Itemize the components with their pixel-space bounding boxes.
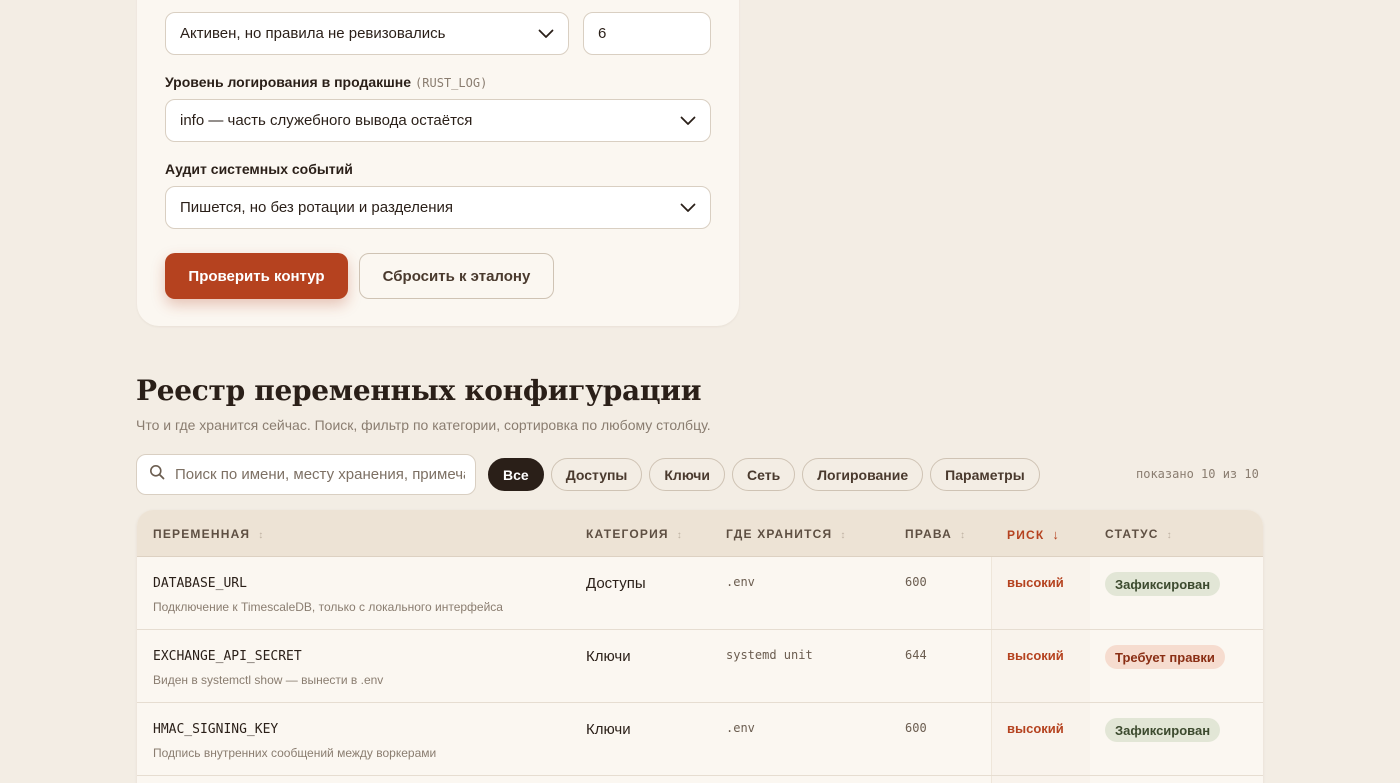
log-level-label: Уровень логирования в продакшне (RUST_LOG… — [165, 74, 487, 90]
log-level-select[interactable]: info — часть служебного вывода остаётся — [165, 99, 711, 142]
header-risk-label: РИСК — [1007, 528, 1045, 542]
header-category[interactable]: КАТЕГОРИЯ ↕ — [586, 527, 682, 541]
sort-icon: ↕ — [258, 530, 264, 541]
header-variable[interactable]: ПЕРЕМЕННАЯ ↕ — [153, 527, 263, 541]
shown-count: показано 10 из 10 — [1136, 467, 1259, 481]
filter-all[interactable]: Все — [488, 458, 544, 491]
reset-to-baseline-button[interactable]: Сбросить к эталону — [359, 253, 554, 299]
chevron-down-icon — [680, 113, 696, 129]
arrow-down-icon: ↓ — [1052, 527, 1059, 542]
rules-status-select[interactable]: Активен, но правила не ревизовались — [165, 12, 569, 55]
sort-icon: ↕ — [676, 530, 682, 541]
audit-label: Аудит системных событий — [165, 161, 353, 177]
header-status-label: СТАТУС — [1105, 527, 1159, 541]
filter-logging[interactable]: Логирование — [802, 458, 924, 491]
status-badge: Требует правки — [1105, 645, 1225, 669]
row-variable-name: HMAC_SIGNING_KEY — [153, 722, 279, 737]
check-contour-button[interactable]: Проверить контур — [165, 253, 348, 299]
sort-icon: ↕ — [1166, 530, 1172, 541]
row-variable-note: Подпись внутренних сообщений между ворке… — [153, 746, 437, 760]
header-variable-label: ПЕРЕМЕННАЯ — [153, 527, 251, 541]
filter-params[interactable]: Параметры — [930, 458, 1040, 491]
filter-access[interactable]: Доступы — [550, 458, 643, 491]
row-category: Ключи — [586, 648, 631, 665]
status-badge: Зафиксирован — [1105, 718, 1221, 742]
row-perms: 600 — [905, 721, 927, 735]
row-perms: 600 — [905, 575, 927, 589]
numeric-input-value: 6 — [598, 25, 607, 42]
row-perms: 644 — [905, 648, 927, 662]
row-risk: высокий — [1007, 721, 1064, 736]
log-level-label-text: Уровень логирования в продакшне — [165, 74, 412, 90]
audit-select[interactable]: Пишется, но без ротации и разделения — [165, 186, 711, 229]
row-variable-name: EXCHANGE_API_SECRET — [153, 649, 302, 664]
header-risk[interactable]: РИСК ↓ — [1007, 527, 1059, 542]
filter-keys[interactable]: Ключи — [649, 458, 725, 491]
chevron-down-icon — [680, 200, 696, 216]
row-where: .env — [726, 575, 755, 589]
registry-subtitle: Что и где хранится сейчас. Поиск, фильтр… — [136, 417, 711, 433]
log-level-value: info — часть служебного вывода остаётся — [180, 112, 473, 129]
config-table: ПЕРЕМЕННАЯ ↕ КАТЕГОРИЯ ↕ ГДЕ ХРАНИТСЯ ↕ ПРА… — [137, 510, 1263, 783]
table-row[interactable]: EXCHANGE_API_SECRET Виден в systemctl sh… — [137, 630, 1263, 703]
registry-search — [136, 454, 476, 495]
row-risk: высокий — [1007, 648, 1064, 663]
search-input[interactable] — [175, 466, 465, 483]
filter-network[interactable]: Сеть — [732, 458, 796, 491]
row-risk: высокий — [1007, 575, 1064, 590]
row-where: .env — [726, 721, 755, 735]
sort-icon: ↕ — [840, 530, 846, 541]
header-where[interactable]: ГДЕ ХРАНИТСЯ ↕ — [726, 527, 845, 541]
row-variable-note: Подключение к TimescaleDB, только с лока… — [153, 600, 503, 614]
header-where-label: ГДЕ ХРАНИТСЯ — [726, 527, 833, 541]
sort-icon: ↕ — [959, 530, 965, 541]
log-level-hint: (RUST_LOG) — [415, 76, 488, 90]
table-row[interactable]: DATABASE_URL Подключение к TimescaleDB, … — [137, 557, 1263, 630]
row-variable-note: Виден в systemctl show — вынести в .env — [153, 673, 384, 687]
rules-status-value: Активен, но правила не ревизовались — [180, 25, 446, 42]
registry-title: Реестр переменных конфигурации — [136, 374, 702, 407]
chevron-down-icon — [538, 26, 554, 42]
audit-value: Пишется, но без ротации и разделения — [180, 199, 453, 216]
category-filter: Все Доступы Ключи Сеть Логирование Парам… — [488, 458, 1040, 491]
table-header: ПЕРЕМЕННАЯ ↕ КАТЕГОРИЯ ↕ ГДЕ ХРАНИТСЯ ↕ ПРА… — [137, 510, 1263, 557]
row-category: Доступы — [586, 575, 646, 592]
header-category-label: КАТЕГОРИЯ — [586, 527, 669, 541]
header-perms-label: ПРАВА — [905, 527, 952, 541]
table-row[interactable]: HMAC_SIGNING_KEY Подпись внутренних сооб… — [137, 703, 1263, 776]
search-icon — [149, 464, 165, 485]
header-status[interactable]: СТАТУС ↕ — [1105, 527, 1172, 541]
row-variable-name: DATABASE_URL — [153, 576, 247, 591]
header-perms[interactable]: ПРАВА ↕ — [905, 527, 965, 541]
row-category: Ключи — [586, 721, 631, 738]
row-where: systemd unit — [726, 648, 813, 662]
numeric-input[interactable]: 6 — [583, 12, 711, 55]
status-badge: Зафиксирован — [1105, 572, 1221, 596]
settings-card: Активен, но правила не ревизовались 6 Ур… — [137, 0, 739, 326]
